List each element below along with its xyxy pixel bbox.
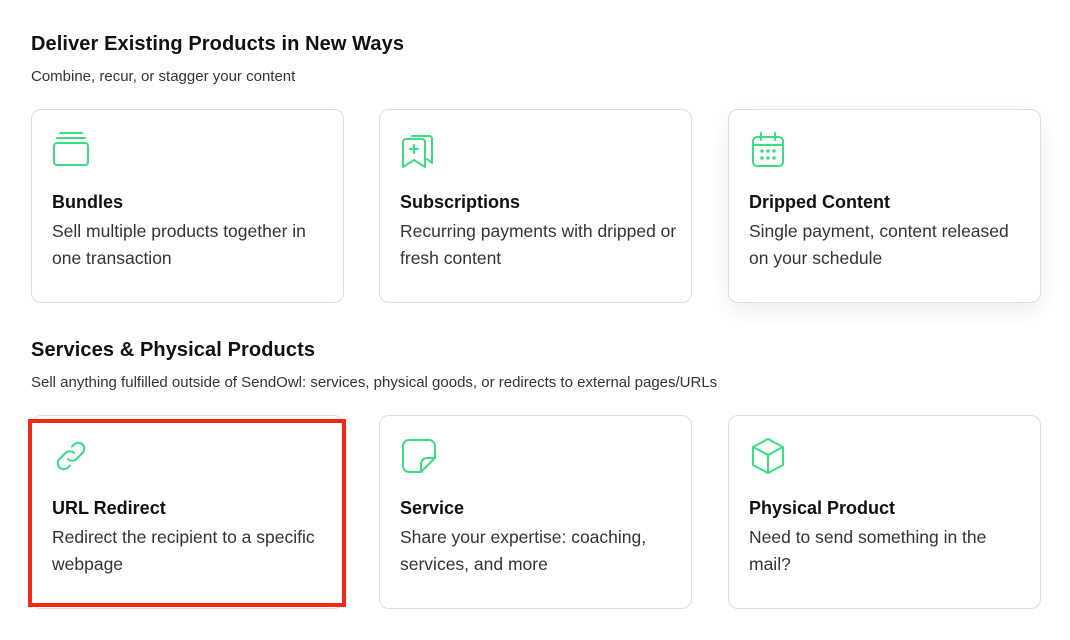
card-title: Bundles bbox=[52, 192, 124, 212]
note-icon bbox=[399, 436, 439, 476]
card-physical-product[interactable]: Physical Product Need to send something … bbox=[728, 415, 1041, 609]
section-title-deliver: Deliver Existing Products in New Ways bbox=[31, 33, 405, 55]
card-title: Dripped Content bbox=[749, 192, 890, 212]
section-subtitle-deliver: Combine, recur, or stagger your content bbox=[31, 68, 296, 85]
card-subscriptions[interactable]: Subscriptions Recurring payments with dr… bbox=[379, 109, 692, 303]
bundle-icon bbox=[51, 130, 91, 170]
card-description: Need to send something in the mail? bbox=[749, 527, 987, 574]
section-subtitle-services: Sell anything fulfilled outside of SendO… bbox=[31, 374, 718, 391]
card-description: Recurring payments with dripped or fresh… bbox=[400, 221, 677, 268]
card-description: Sell multiple products together in one t… bbox=[52, 221, 306, 268]
subscription-icon bbox=[399, 130, 439, 170]
cube-icon bbox=[748, 436, 788, 476]
card-title: Subscriptions bbox=[400, 192, 521, 212]
card-url-redirect[interactable]: URL Redirect Redirect the recipient to a… bbox=[31, 415, 344, 609]
card-description: Single payment, content released on your… bbox=[749, 221, 1009, 268]
product-type-page: Deliver Existing Products in New Ways Co… bbox=[0, 0, 1070, 640]
link-icon bbox=[51, 436, 91, 476]
card-service[interactable]: Service Share your expertise: coaching, … bbox=[379, 415, 692, 609]
card-description: Share your expertise: coaching, services… bbox=[400, 527, 647, 574]
section-title-services: Services & Physical Products bbox=[31, 339, 316, 361]
card-description: Redirect the recipient to a specific web… bbox=[52, 527, 315, 574]
calendar-icon bbox=[748, 130, 788, 170]
card-dripped-content[interactable]: Dripped Content Single payment, content … bbox=[728, 109, 1041, 303]
card-title: Physical Product bbox=[749, 498, 896, 518]
card-title: URL Redirect bbox=[52, 498, 166, 518]
card-title: Service bbox=[400, 498, 465, 518]
card-bundles[interactable]: Bundles Sell multiple products together … bbox=[31, 109, 344, 303]
